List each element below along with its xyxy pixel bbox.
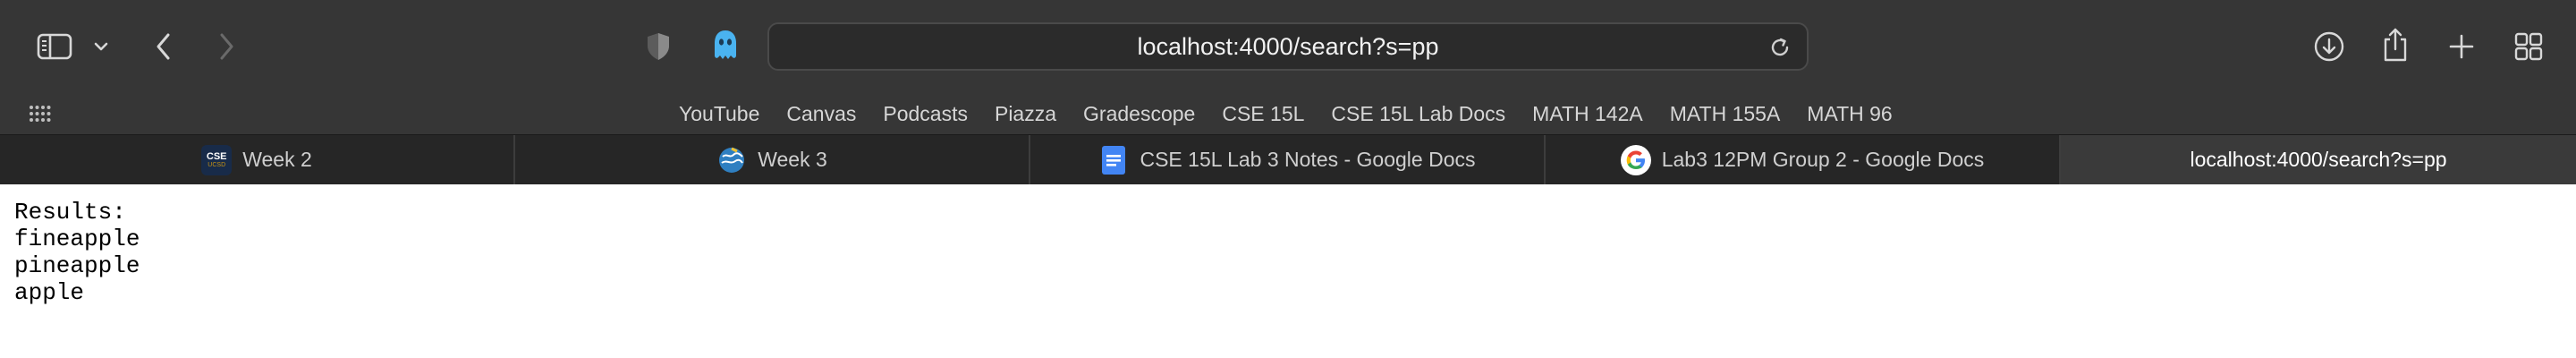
tab-lab3-12pm-group-2[interactable]: Lab3 12PM Group 2 - Google Docs [1546,135,2061,184]
sidebar-toggle-button[interactable] [34,29,75,64]
reload-button[interactable] [1767,35,1792,60]
result-item: apple [14,279,85,306]
google-docs-icon [1098,145,1129,175]
chevron-right-icon [220,33,233,60]
tab-week-2[interactable]: CSE UCSD Week 2 [0,135,515,184]
reload-icon [1771,38,1789,56]
favorite-math-142a[interactable]: MATH 142A [1519,102,1657,126]
sidebar-icon [37,33,72,60]
results-heading: Results: [14,199,126,226]
favorite-piazza[interactable]: Piazza [981,102,1070,126]
tab-localhost-search[interactable]: localhost:4000/search?s=pp [2061,135,2576,184]
tab-label: Week 3 [758,148,827,171]
page-content: Results: fineapple pineapple apple [0,184,2576,358]
downloads-button[interactable] [2309,27,2349,66]
plus-icon [2449,34,2474,59]
tab-cse-15l-lab-3-notes[interactable]: CSE 15L Lab 3 Notes - Google Docs [1030,135,1546,184]
tab-label: CSE 15L Lab 3 Notes - Google Docs [1140,148,1476,171]
back-button[interactable] [148,29,179,64]
address-text: localhost:4000/search?s=pp [1137,32,1439,60]
tab-label: Week 2 [242,148,312,171]
chevron-left-icon [157,33,170,60]
tab-overview-button[interactable] [2510,29,2547,64]
tab-week-3[interactable]: Week 3 [515,135,1030,184]
address-bar[interactable]: localhost:4000/search?s=pp [767,22,1809,71]
share-button[interactable] [2376,23,2415,66]
favorite-cse-15l[interactable]: CSE 15L [1208,102,1318,126]
tab-grid-icon [2514,32,2543,61]
favorites-list: YouTube Canvas Podcasts Piazza Gradescop… [665,93,1906,134]
forward-button[interactable] [211,29,242,64]
favorite-math-155a[interactable]: MATH 155A [1657,102,1794,126]
favorite-youtube[interactable]: YouTube [665,102,773,126]
google-icon [1620,144,1651,175]
cse-ucsd-favicon-icon: CSE UCSD [201,144,233,175]
ucsd-globe-favicon-icon [716,145,747,175]
share-icon [2384,28,2407,62]
tab-bar: CSE UCSD Week 2 Week 3 CSE 15L Lab 3 Not… [0,134,2576,184]
tab-label: Lab3 12PM Group 2 - Google Docs [1661,148,1985,171]
tab-label: localhost:4000/search?s=pp [2190,148,2447,171]
ghostery-extension-button[interactable] [708,27,742,64]
result-item: fineapple [14,226,140,252]
favorite-podcasts[interactable]: Podcasts [869,102,981,126]
new-tab-button[interactable] [2444,29,2479,64]
favorite-canvas[interactable]: Canvas [773,102,869,126]
result-item: pineapple [14,252,140,279]
ghost-icon [715,30,736,59]
favorite-cse-15l-lab-docs[interactable]: CSE 15L Lab Docs [1318,102,1519,126]
browser-toolbar: localhost:4000/search?s=pp [0,0,2576,93]
favorites-bar: YouTube Canvas Podcasts Piazza Gradescop… [0,93,2576,134]
sidebar-menu-chevron-button[interactable] [89,34,113,59]
chevron-down-icon [94,42,108,51]
download-icon [2314,31,2344,62]
favorites-grid-button[interactable] [27,100,54,127]
shield-icon [648,33,669,60]
privacy-report-button[interactable] [642,29,674,64]
favorite-math-96[interactable]: MATH 96 [1793,102,1905,126]
search-results: Results: fineapple pineapple apple [14,199,140,306]
favorite-gradescope[interactable]: Gradescope [1070,102,1208,126]
apps-grid-icon [30,106,51,122]
